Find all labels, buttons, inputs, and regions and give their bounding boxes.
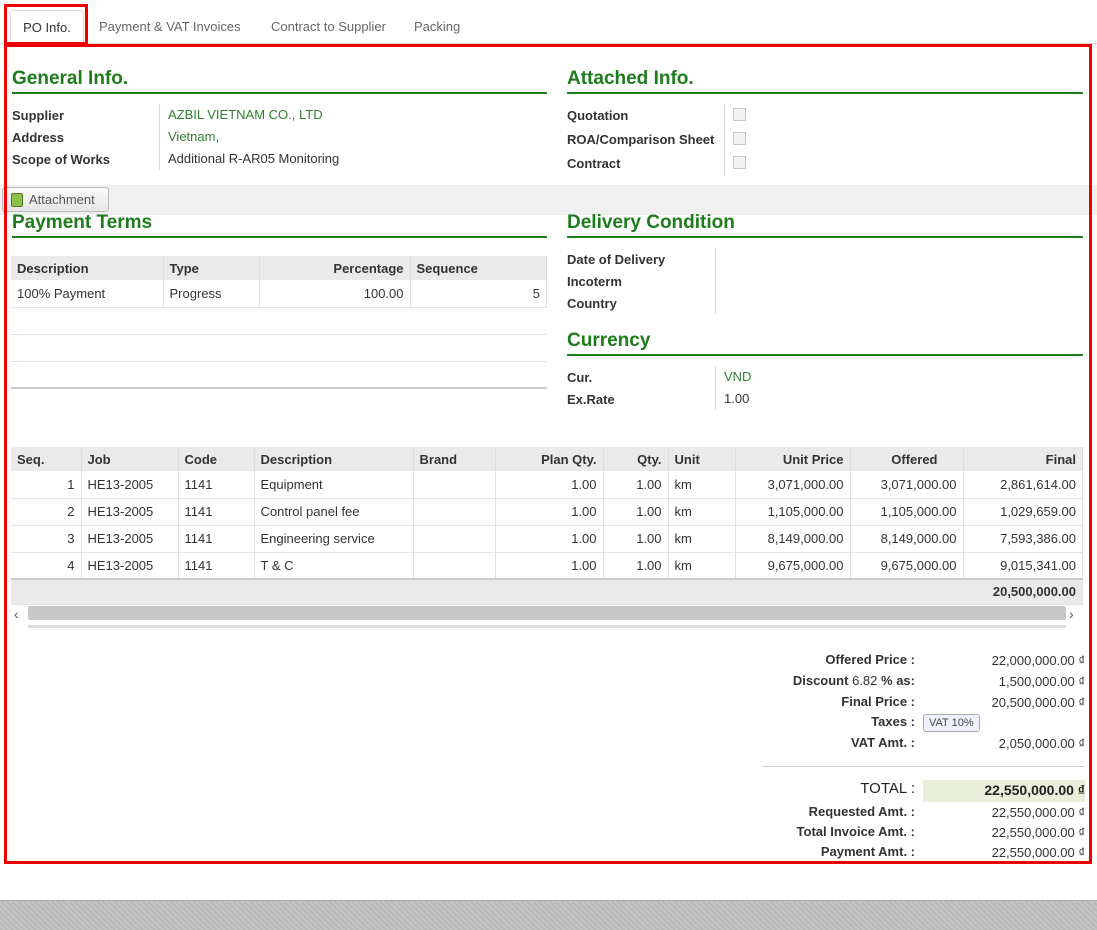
tab-packing[interactable]: Packing xyxy=(414,10,460,44)
page-footer xyxy=(0,900,1097,930)
notebook-tabs: PO Info. Payment & VAT Invoices Contract… xyxy=(0,0,1097,44)
tab-highlight-box xyxy=(4,4,88,45)
tab-payment-vat-invoices[interactable]: Payment & VAT Invoices xyxy=(99,10,241,44)
tab-contract-to-supplier[interactable]: Contract to Supplier xyxy=(271,10,386,44)
content-highlight-box xyxy=(4,44,1092,864)
